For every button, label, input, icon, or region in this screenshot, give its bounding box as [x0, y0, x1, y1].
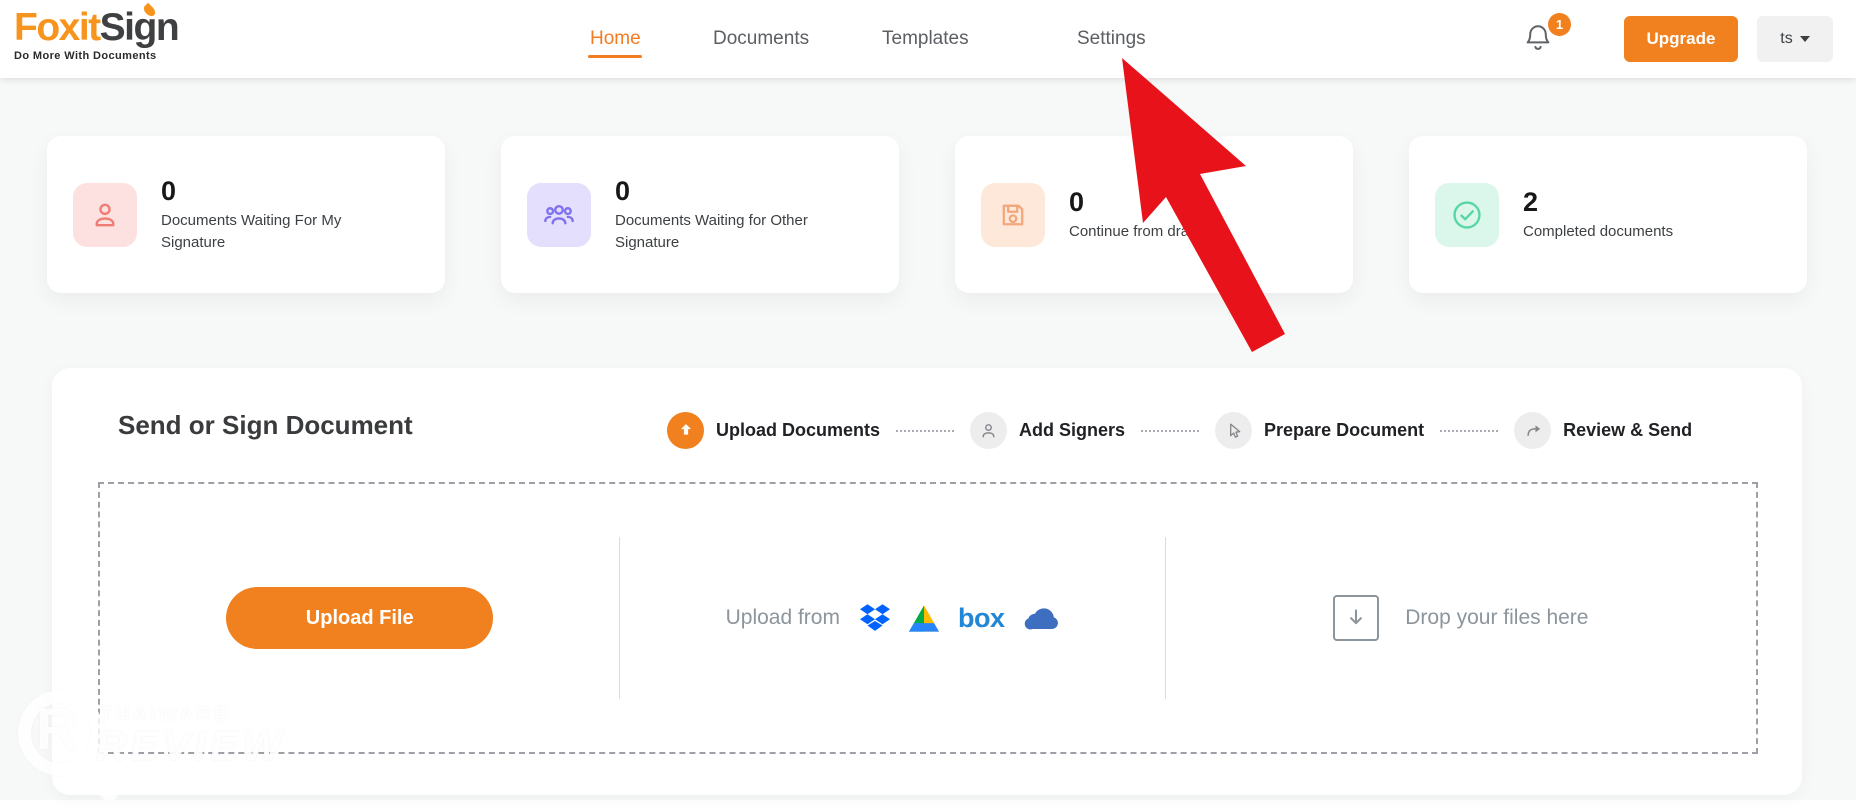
stat-card-continue-draft[interactable]: 0 Continue from draft: [955, 136, 1353, 293]
box-wordmark: box: [957, 602, 1005, 633]
foxit-sign-logo[interactable]: FoxitSign Do More With Documents: [14, 2, 180, 62]
group-icon: [527, 182, 591, 247]
stat-card-waiting-other-signature[interactable]: 0 Documents Waiting for Other Signature: [501, 136, 899, 293]
drop-files-label: Drop your files here: [1405, 606, 1589, 629]
step-label: Add Signers: [1019, 420, 1126, 440]
step-review-send: Review & Send: [1514, 412, 1692, 449]
step-prepare-document: Prepare Document: [1215, 412, 1424, 449]
step-separator: [896, 429, 955, 432]
upload-icon: [667, 412, 704, 449]
stat-text: 0 Documents Waiting for Other Signature: [615, 176, 845, 254]
nav-item-home[interactable]: Home: [590, 0, 641, 78]
stat-card-waiting-my-signature[interactable]: 0 Documents Waiting For My Signature: [47, 136, 445, 293]
step-label: Upload Documents: [716, 420, 881, 440]
stat-label: Continue from draft: [1069, 222, 1198, 240]
workflow-steps: Upload Documents Add Signers Prepare Doc…: [667, 412, 1692, 449]
foxit-sign-dashboard: FoxitSign Do More With Documents Home Do…: [0, 0, 1856, 810]
upload-file-column: Upload File: [100, 484, 619, 752]
person-icon: [73, 182, 137, 247]
active-tab-underline: [588, 55, 642, 58]
drop-files-column: Drop your files here: [1166, 484, 1756, 752]
step-separator: [1141, 429, 1200, 432]
logo-wordmark: FoxitSign: [14, 2, 180, 49]
step-upload-documents: Upload Documents: [667, 412, 880, 449]
google-drive-icon[interactable]: [908, 604, 939, 632]
upload-file-button[interactable]: Upload File: [226, 587, 494, 649]
send-or-sign-panel: Send or Sign Document Upload Documents A…: [52, 368, 1802, 795]
stat-value: 0: [615, 175, 631, 206]
cloud-providers: box: [859, 602, 1060, 633]
logo-tagline: Do More With Documents: [14, 50, 157, 62]
user-menu[interactable]: ts: [1757, 16, 1833, 62]
completed-check-icon: [1435, 182, 1499, 247]
upgrade-button[interactable]: Upgrade: [1624, 16, 1738, 62]
logo-foxit-text: Foxit: [14, 6, 101, 49]
step-add-signers: Add Signers: [970, 412, 1125, 449]
box-icon[interactable]: box: [957, 602, 1005, 633]
onedrive-icon[interactable]: [1024, 607, 1060, 630]
panel-title: Send or Sign Document: [118, 410, 413, 440]
cursor-icon: [1215, 412, 1253, 449]
stat-label: Documents Waiting for Other Signature: [615, 211, 808, 251]
top-navbar: FoxitSign Do More With Documents Home Do…: [0, 0, 1856, 78]
stat-card-completed[interactable]: 2 Completed documents: [1409, 136, 1807, 293]
send-icon: [1514, 412, 1552, 449]
nav-item-settings[interactable]: Settings: [1077, 0, 1146, 78]
stat-text: 0 Documents Waiting For My Signature: [161, 176, 391, 254]
step-separator: [1440, 429, 1499, 432]
nav-item-documents[interactable]: Documents: [713, 0, 809, 78]
logo-sign-text: Sign: [99, 6, 180, 49]
stat-label: Documents Waiting For My Signature: [161, 211, 342, 251]
step-label: Prepare Document: [1264, 420, 1425, 440]
download-arrow-icon: [1333, 595, 1380, 641]
stat-text: 0 Continue from draft: [1069, 187, 1299, 243]
stat-value: 0: [161, 175, 177, 206]
step-label: Review & Send: [1563, 420, 1693, 440]
file-drop-zone[interactable]: Upload File Upload from box Drop your fi…: [98, 482, 1758, 754]
chevron-down-icon: [1799, 36, 1810, 42]
stat-text: 2 Completed documents: [1523, 187, 1753, 243]
dropbox-icon[interactable]: [859, 604, 890, 632]
save-draft-icon: [981, 182, 1045, 247]
stat-label: Completed documents: [1523, 222, 1674, 240]
notification-badge[interactable]: 1: [1548, 13, 1571, 36]
stat-value: 0: [1069, 186, 1085, 217]
nav-item-templates[interactable]: Templates: [882, 0, 969, 78]
person-icon: [970, 412, 1008, 449]
stat-value: 2: [1523, 186, 1539, 217]
user-initials: ts: [1780, 30, 1793, 47]
main-content: 0 Documents Waiting For My Signature 0 D…: [0, 78, 1856, 800]
upload-from-column: Upload from box: [620, 484, 1164, 752]
upload-from-label: Upload from: [725, 606, 840, 629]
